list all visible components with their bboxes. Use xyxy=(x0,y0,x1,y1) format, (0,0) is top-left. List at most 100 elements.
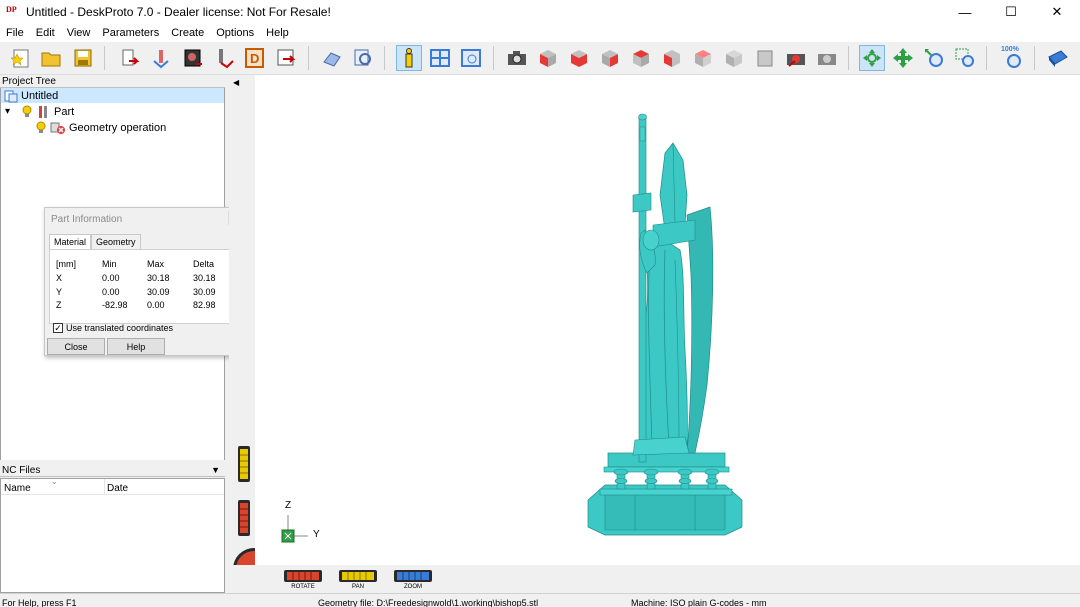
view-iso-icon[interactable] xyxy=(535,45,561,71)
checkmark-icon[interactable]: ✓ xyxy=(53,323,63,333)
view-front-icon[interactable] xyxy=(566,45,592,71)
bishop-model-icon xyxy=(587,113,743,536)
export-icon[interactable] xyxy=(273,45,299,71)
viewport-left-strip: ◀ xyxy=(229,75,275,593)
tree-item-geometry-operation[interactable]: Geometry operation xyxy=(35,120,166,135)
pan-bar-icon[interactable] xyxy=(339,570,377,582)
menu-view[interactable]: View xyxy=(61,27,97,39)
window-title: Untitled - DeskProto 7.0 - Dealer licens… xyxy=(26,5,331,19)
menu-create[interactable]: Create xyxy=(165,27,210,39)
row-delta: 30.18 xyxy=(193,273,216,283)
camera-icon[interactable] xyxy=(504,45,530,71)
zoom-100-button[interactable]: 100% xyxy=(999,45,1025,71)
rotate-mode-icon[interactable] xyxy=(859,45,885,71)
dialog-title: Part Information xyxy=(51,214,123,225)
view-bottom-icon[interactable] xyxy=(721,45,747,71)
status-help: For Help, press F1 xyxy=(2,598,77,607)
render-red-icon[interactable] xyxy=(783,45,809,71)
nc-files-dropdown-icon[interactable]: ▼ xyxy=(211,464,220,477)
tree-item-root[interactable]: Untitled xyxy=(1,88,224,103)
zoom-label: ZOOM xyxy=(404,584,422,590)
axis-z-label: Z xyxy=(285,500,292,511)
inspect-icon[interactable] xyxy=(350,45,376,71)
minimize-button[interactable]: — xyxy=(942,0,988,24)
new-project-icon[interactable] xyxy=(8,45,34,71)
tree-root-label: Untitled xyxy=(21,89,59,102)
project-tree-header: Project Tree xyxy=(0,75,225,88)
tab-material[interactable]: Material xyxy=(49,234,92,249)
load-geometry-icon[interactable] xyxy=(117,45,143,71)
tab-geometry[interactable]: Geometry xyxy=(91,234,141,249)
row-axis: Y xyxy=(56,287,63,297)
zoom-bar-icon[interactable] xyxy=(394,570,432,582)
preview-window-icon[interactable] xyxy=(458,45,484,71)
part-import-icon[interactable] xyxy=(149,45,175,71)
translated-coords-checkbox[interactable]: ✓ Use translated coordinates xyxy=(53,323,173,333)
menu-options[interactable]: Options xyxy=(210,27,260,39)
menu-edit[interactable]: Edit xyxy=(30,27,61,39)
zoom-100-label: 100% xyxy=(1001,46,1019,53)
view-top-icon[interactable] xyxy=(690,45,716,71)
collapse-panel-icon[interactable]: ◀ xyxy=(233,78,239,87)
view-left-icon[interactable] xyxy=(659,45,685,71)
render-gray-icon[interactable] xyxy=(814,45,840,71)
tree-part-label: Part xyxy=(54,105,75,118)
maximize-button[interactable]: ☐ xyxy=(988,0,1034,24)
column-date[interactable]: Date xyxy=(107,483,128,494)
operation-error-icon xyxy=(50,122,65,134)
open-folder-icon[interactable] xyxy=(38,45,64,71)
help-book-icon[interactable] xyxy=(1045,45,1071,71)
rotate-bar-icon[interactable] xyxy=(284,570,322,582)
status-bar: For Help, press F1 Geometry file: D:\Fre… xyxy=(0,593,1080,607)
project-root-icon xyxy=(4,90,18,102)
status-machine: Machine: ISO plain G-codes - mm xyxy=(631,598,767,607)
close-dialog-button[interactable]: Close xyxy=(47,338,105,355)
lightbulb-icon[interactable] xyxy=(35,121,47,135)
bitmap-import-icon[interactable] xyxy=(180,45,206,71)
axis-y-label: Y xyxy=(313,529,320,540)
expand-chevron-icon[interactable]: ▾ xyxy=(5,106,17,117)
checkbox-label: Use translated coordinates xyxy=(66,323,174,333)
row-delta: 30.09 xyxy=(193,287,216,297)
pan-mode-icon[interactable] xyxy=(890,45,916,71)
axis-indicator xyxy=(281,515,308,543)
tree-operation-label: Geometry operation xyxy=(69,121,167,134)
yellow-slider-icon[interactable] xyxy=(237,445,251,483)
close-button[interactable]: ✕ xyxy=(1034,0,1080,24)
red-slider-icon[interactable] xyxy=(237,499,251,537)
menu-file[interactable]: File xyxy=(0,27,30,39)
eraser-icon[interactable] xyxy=(319,45,345,71)
menu-parameters[interactable]: Parameters xyxy=(96,27,165,39)
row-max: 30.09 xyxy=(147,287,170,297)
pan-control[interactable]: PAN xyxy=(339,570,377,592)
row-axis: X xyxy=(56,273,63,283)
tool-icon[interactable] xyxy=(211,45,237,71)
rotate-control[interactable]: ROTATE xyxy=(284,570,322,592)
zoom-mode-icon[interactable] xyxy=(921,45,947,71)
nc-files-list[interactable]: Name ⌄ Date xyxy=(0,477,225,593)
zoom-window-icon[interactable] xyxy=(952,45,978,71)
row-min: 0.00 xyxy=(102,287,120,297)
app-logo-text: DP xyxy=(6,5,17,14)
viewport-bottom-controls: ROTATE PAN ZOOM xyxy=(229,565,1080,593)
help-button[interactable]: Help xyxy=(107,338,165,355)
column-name[interactable]: Name xyxy=(4,483,31,494)
lightbulb-icon[interactable] xyxy=(21,105,33,119)
part-info-icon[interactable] xyxy=(396,45,422,71)
dxf-import-icon[interactable]: D xyxy=(242,45,268,71)
3d-viewport[interactable]: Z Y xyxy=(255,75,1080,565)
row-delta: 82.98 xyxy=(193,300,216,310)
nc-files-title: NC Files xyxy=(2,465,41,476)
view-right-icon[interactable] xyxy=(597,45,623,71)
nc-files-header: NC Files ▼ xyxy=(0,464,225,477)
part-model xyxy=(281,113,743,543)
save-icon[interactable] xyxy=(70,45,96,71)
view-gray-cube-icon[interactable] xyxy=(752,45,778,71)
part-info-dialog: Part Information Material Geometry [mm] … xyxy=(44,207,245,356)
zoom-control[interactable]: ZOOM xyxy=(394,570,432,592)
view-back-icon[interactable] xyxy=(628,45,654,71)
tree-item-part[interactable]: ▾ Part xyxy=(5,104,74,119)
layout-icon[interactable] xyxy=(427,45,453,71)
menu-help[interactable]: Help xyxy=(260,27,295,39)
row-max: 0.00 xyxy=(147,300,165,310)
